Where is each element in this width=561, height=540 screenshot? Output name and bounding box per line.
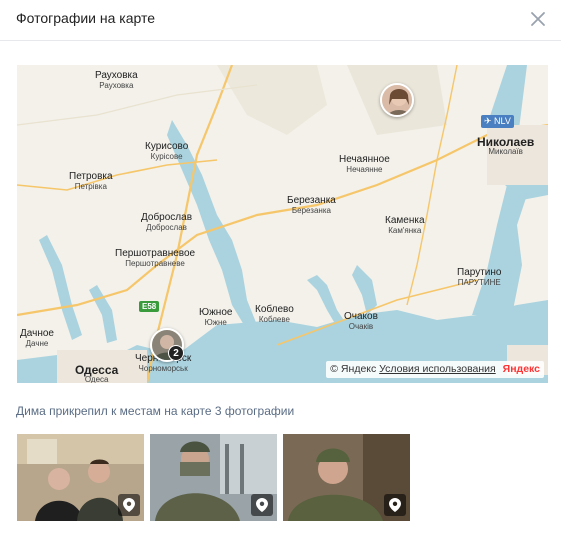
photo-thumbnail[interactable] [17, 434, 144, 521]
city-nechayannoe: Нечаянное Нечаянне [339, 154, 390, 175]
city-dobroslav: Доброслав Доброслав [141, 212, 193, 233]
modal-header: Фотографии на карте [0, 0, 561, 41]
modal-title: Фотографии на карте [16, 10, 156, 26]
photo-thumbnail[interactable] [150, 434, 277, 521]
city-kurisovo: Курисово Курісове [145, 141, 189, 162]
city-nikolaev: Николаев Миколаїв [477, 135, 535, 156]
city-berezanka: Березанка Березанка [287, 195, 336, 216]
photo-thumbnail[interactable] [283, 434, 410, 521]
city-pershotravnevoe: Першотравневое Першотравневе [115, 248, 196, 269]
location-pin-icon [251, 494, 273, 516]
city-kamenka: Каменка Кам'янка [385, 215, 425, 236]
road-e58-badge: E58 [139, 301, 160, 312]
location-pin-icon [118, 494, 140, 516]
photos-on-map-modal: Фотографии на карте Рауховка Рауховка Ку… [0, 0, 561, 540]
city-dachnoe: Дачное Дачне [20, 328, 54, 349]
map-photo-marker[interactable] [380, 83, 414, 117]
photo-thumbnails [17, 434, 410, 521]
location-pin-icon [384, 494, 406, 516]
photos-caption: Дима прикрепил к местам на карте 3 фотог… [16, 404, 295, 418]
map-base [17, 65, 548, 383]
city-rauhovka: Рауховка Рауховка [95, 70, 138, 91]
city-ochakov: Очаков Очаків [344, 311, 378, 332]
yandex-logo: Яндекс [502, 363, 540, 375]
city-yuzhnoe: Южное Южне [199, 307, 233, 328]
city-petrovka: Петровка Петрівка [69, 171, 113, 192]
cluster-count-badge: 2 [168, 345, 184, 361]
city-odessa: Одесса Одеса [75, 363, 119, 383]
city-koblevo: Коблево Коблеве [255, 304, 294, 325]
airport-nlv-badge: ✈ NLV [481, 115, 514, 128]
map-photo-cluster[interactable]: 2 [150, 328, 184, 362]
city-parutino: Парутино ПАРУТИНЕ [457, 267, 502, 288]
map-view[interactable]: Рауховка Рауховка Курисово Курісове Петров… [17, 65, 548, 383]
map-copyright: © Яндекс Условия использования Яндекс [326, 361, 544, 378]
terms-link[interactable]: Условия использования [379, 363, 496, 375]
close-button[interactable] [525, 6, 551, 32]
close-icon [531, 12, 545, 26]
